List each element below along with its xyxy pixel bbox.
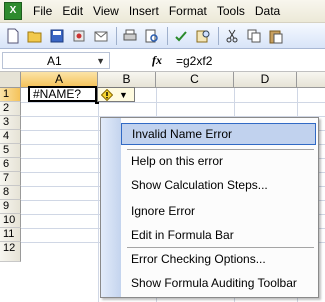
standard-toolbar — [0, 23, 325, 49]
row-header[interactable]: 9 — [0, 200, 21, 214]
column-header-e[interactable] — [297, 72, 325, 88]
error-options-menu: Invalid Name Error Help on this error Sh… — [100, 117, 319, 298]
column-header-c[interactable]: C — [156, 72, 234, 88]
menu-view[interactable]: View — [88, 0, 124, 22]
menu-data[interactable]: Data — [250, 0, 285, 22]
chevron-down-icon: ▼ — [119, 89, 128, 100]
menu-format[interactable]: Format — [164, 0, 212, 22]
cut-icon[interactable] — [223, 27, 241, 45]
menu-item-help-on-error[interactable]: Help on this error — [121, 150, 316, 172]
toolbar-separator — [116, 26, 117, 45]
formula-input[interactable]: =g2xf2 — [176, 54, 212, 68]
row-header[interactable]: 12 — [0, 242, 21, 262]
menu-item-show-formula-auditing-toolbar[interactable]: Show Formula Auditing Toolbar — [121, 272, 316, 294]
excel-app-icon[interactable]: X — [4, 2, 22, 20]
permission-icon[interactable] — [70, 27, 88, 45]
row-header[interactable]: 3 — [0, 116, 21, 130]
row-header[interactable]: 2 — [0, 102, 21, 116]
print-icon[interactable] — [121, 27, 139, 45]
formula-bar: A1 ▼ fx =g2xf2 — [0, 50, 325, 72]
toolbar-separator — [167, 26, 168, 45]
select-all-corner[interactable] — [0, 72, 21, 88]
insert-function-icon[interactable]: fx — [146, 53, 168, 68]
row-header[interactable]: 5 — [0, 144, 21, 158]
menu-gutter — [101, 118, 121, 297]
menu-edit[interactable]: Edit — [57, 0, 88, 22]
research-icon[interactable] — [194, 27, 212, 45]
gridline — [98, 88, 99, 302]
row-header[interactable]: 6 — [0, 158, 21, 172]
menu-insert[interactable]: Insert — [124, 0, 164, 22]
open-folder-icon[interactable] — [26, 27, 44, 45]
row-header[interactable]: 11 — [0, 228, 21, 242]
chevron-down-icon[interactable]: ▼ — [96, 56, 105, 66]
menu-item-edit-in-formula-bar[interactable]: Edit in Formula Bar — [121, 224, 316, 246]
menu-tools[interactable]: Tools — [212, 0, 250, 22]
menu-bar: X File Edit View Insert Format Tools Dat… — [0, 0, 325, 23]
menu-item-ignore-error[interactable]: Ignore Error — [121, 200, 316, 222]
toolbar-separator — [218, 26, 219, 45]
column-header-d[interactable]: D — [234, 72, 297, 88]
menu-item-show-calculation-steps[interactable]: Show Calculation Steps... — [121, 174, 316, 196]
name-box[interactable]: A1 ▼ — [2, 52, 110, 69]
row-header[interactable]: 8 — [0, 186, 21, 200]
row-header[interactable]: 10 — [0, 214, 21, 228]
row-header[interactable]: 1 — [0, 88, 21, 102]
row-header[interactable]: 4 — [0, 130, 21, 144]
save-icon[interactable] — [48, 27, 66, 45]
email-icon[interactable] — [92, 27, 110, 45]
row-header[interactable]: 7 — [0, 172, 21, 186]
error-smart-tag-button[interactable]: ▼ — [97, 87, 135, 102]
spelling-icon[interactable] — [172, 27, 190, 45]
warning-diamond-icon — [101, 88, 113, 101]
new-document-icon[interactable] — [4, 27, 22, 45]
gridline — [21, 102, 325, 103]
menu-item-invalid-name-error[interactable]: Invalid Name Error — [121, 123, 316, 145]
cell-reference: A1 — [47, 53, 62, 68]
menu-file[interactable]: File — [28, 0, 57, 22]
active-cell-a1[interactable]: #NAME? — [28, 86, 99, 104]
column-header-b[interactable]: B — [98, 72, 156, 88]
print-preview-icon[interactable] — [143, 27, 161, 45]
copy-icon[interactable] — [245, 27, 263, 45]
menu-item-error-checking-options[interactable]: Error Checking Options... — [121, 248, 316, 270]
paste-icon[interactable] — [267, 27, 285, 45]
